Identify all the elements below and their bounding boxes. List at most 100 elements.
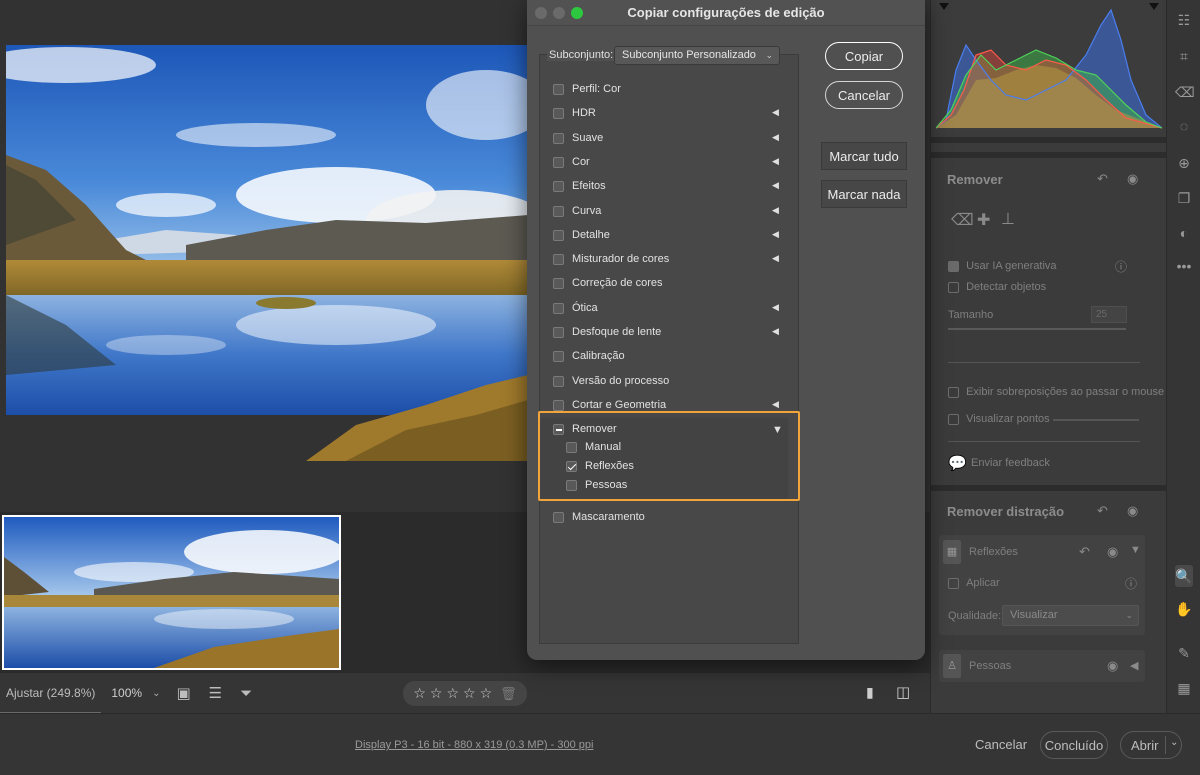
chevron-down-icon[interactable]: ⌄ [152, 688, 160, 699]
option-row[interactable]: Calibração [553, 347, 625, 365]
visibility-eye-icon[interactable]: ◉ [1127, 171, 1138, 187]
cancel-button[interactable]: Cancelar [975, 737, 1027, 752]
option-row[interactable]: Correção de cores [553, 274, 663, 292]
option-checkbox[interactable] [553, 156, 564, 168]
option-checkbox[interactable] [553, 399, 564, 411]
eraser-icon[interactable]: ⌫ [1175, 84, 1195, 101]
image-info-link[interactable]: Display P3 - 16 bit - 880 x 319 (0.3 MP)… [355, 739, 593, 751]
expand-arrow-icon[interactable]: ◀ [772, 132, 779, 143]
option-checkbox[interactable] [553, 107, 564, 119]
detect-objects-row[interactable]: Detectar objetos [948, 281, 1046, 293]
zoom-fit-button[interactable]: Ajustar (249.8%) [0, 673, 102, 714]
option-row[interactable]: Cor [553, 153, 590, 171]
visibility-eye-icon[interactable]: ◉ [1127, 503, 1138, 519]
show-overlays-row[interactable]: Exibir sobreposições ao passar o mouse [948, 386, 1164, 398]
use-gen-ai-row[interactable]: Usar IA generativa [948, 260, 1057, 272]
option-checkbox[interactable] [553, 326, 564, 338]
option-row[interactable]: Desfoque de lente [553, 323, 661, 341]
apply-row[interactable]: Aplicar [948, 577, 1000, 589]
option-row[interactable]: Ótica [553, 299, 598, 317]
more-icon[interactable]: ••• [1175, 258, 1193, 274]
sliders-icon[interactable]: ☷ [1175, 12, 1193, 29]
expand-arrow-icon[interactable]: ◀ [772, 326, 779, 337]
star-icon[interactable]: ☆ [446, 685, 459, 702]
bandage-icon[interactable]: ✚ [977, 210, 990, 230]
size-value-field[interactable]: 25 [1091, 306, 1127, 323]
option-checkbox[interactable] [553, 180, 564, 192]
quality-select[interactable]: Visualizar ⌄ [1002, 605, 1139, 626]
reset-icon[interactable]: ↶ [1079, 544, 1090, 560]
red-eye-icon[interactable]: ◌ [1175, 118, 1193, 134]
open-button[interactable]: Abrir ⌄ [1120, 731, 1182, 759]
collapse-arrow-icon[interactable]: ▼ [1130, 544, 1141, 556]
expand-arrow-icon[interactable]: ◀ [772, 399, 779, 410]
option-row[interactable]: Versão do processo [553, 372, 669, 390]
option-masking[interactable]: Mascaramento [553, 508, 645, 526]
subset-select[interactable]: Subconjunto Personalizado ⌄ [614, 46, 780, 65]
option-checkbox[interactable] [553, 229, 564, 241]
zoom-level-button[interactable]: 100% [111, 686, 142, 700]
option-checkbox[interactable] [553, 83, 564, 95]
trash-icon[interactable]: 🗑 [500, 686, 517, 702]
option-row[interactable]: Efeitos [553, 177, 606, 195]
visibility-eye-icon[interactable]: ◉ [1107, 658, 1118, 674]
zoom-window-button[interactable] [571, 7, 583, 19]
image-check-icon[interactable]: ▣ [176, 684, 190, 702]
use-gen-ai-checkbox[interactable] [948, 260, 959, 272]
expand-arrow-icon[interactable]: ◀ [1130, 659, 1138, 672]
info-icon[interactable]: ⓘ [1115, 258, 1127, 275]
done-button[interactable]: Concluído [1040, 731, 1108, 759]
view-points-slider[interactable] [1053, 419, 1139, 421]
hand-icon[interactable]: ✋ [1175, 601, 1193, 618]
option-checkbox[interactable] [553, 253, 564, 265]
remover-checkbox[interactable] [553, 423, 564, 435]
expanded-arrow-icon[interactable]: ▼ [772, 424, 783, 436]
reset-icon[interactable]: ↶ [1097, 503, 1108, 519]
option-row[interactable]: Cortar e Geometria [553, 396, 666, 414]
presets-icon[interactable]: ◐ [1175, 225, 1193, 241]
zoom-icon[interactable]: 🔍 [1175, 565, 1193, 587]
compare-view-icon[interactable]: ◫ [896, 683, 910, 701]
option-remover[interactable]: Remover [553, 420, 617, 438]
copy-button[interactable]: Copiar [825, 42, 903, 70]
single-view-icon[interactable]: ▮ [866, 684, 874, 701]
remove-distraction-title[interactable]: Remover distração [947, 504, 1064, 519]
size-slider[interactable] [948, 328, 1126, 330]
cancel-button[interactable]: Cancelar [825, 81, 903, 109]
sort-icon[interactable]: ☰ [209, 684, 222, 702]
expand-arrow-icon[interactable]: ◀ [772, 229, 779, 240]
expand-arrow-icon[interactable]: ◀ [772, 302, 779, 313]
check-all-button[interactable]: Marcar tudo [821, 142, 907, 170]
option-checkbox[interactable] [553, 375, 564, 387]
info-icon[interactable]: ⓘ [1125, 575, 1137, 592]
option-row[interactable]: Curva [553, 202, 601, 220]
stamp-icon[interactable]: ⊥ [1001, 209, 1015, 229]
star-icon[interactable]: ☆ [430, 685, 443, 702]
apply-checkbox[interactable] [948, 577, 959, 589]
option-row[interactable]: Misturador de cores [553, 250, 669, 268]
masking-icon[interactable]: ⊕ [1175, 155, 1193, 172]
people-checkbox[interactable] [566, 479, 577, 491]
close-window-button[interactable] [535, 7, 547, 19]
option-checkbox[interactable] [553, 350, 564, 362]
remove-panel-title[interactable]: Remover [947, 172, 1003, 187]
star-icon[interactable]: ☆ [463, 685, 476, 702]
eraser-icon[interactable]: ⌫ [951, 210, 974, 230]
show-overlays-checkbox[interactable] [948, 386, 959, 398]
option-remover-people[interactable]: Pessoas [566, 476, 627, 494]
manual-checkbox[interactable] [566, 441, 577, 453]
grid-icon[interactable]: ▦ [1175, 680, 1193, 697]
view-points-row[interactable]: Visualizar pontos [948, 413, 1050, 425]
option-row[interactable]: Perfil: Cor [553, 80, 621, 98]
expand-arrow-icon[interactable]: ◀ [772, 253, 779, 264]
layers-icon[interactable]: ❐ [1175, 190, 1193, 207]
sampler-icon[interactable]: ✎ [1175, 645, 1193, 662]
option-checkbox[interactable] [553, 132, 564, 144]
option-row[interactable]: Suave [553, 129, 603, 147]
star-icon[interactable]: ☆ [413, 685, 426, 702]
filter-icon[interactable]: ⏷ [240, 685, 252, 702]
view-points-checkbox[interactable] [948, 413, 959, 425]
option-remover-manual[interactable]: Manual [566, 438, 621, 456]
expand-arrow-icon[interactable]: ◀ [772, 180, 779, 191]
option-checkbox[interactable] [553, 302, 564, 314]
